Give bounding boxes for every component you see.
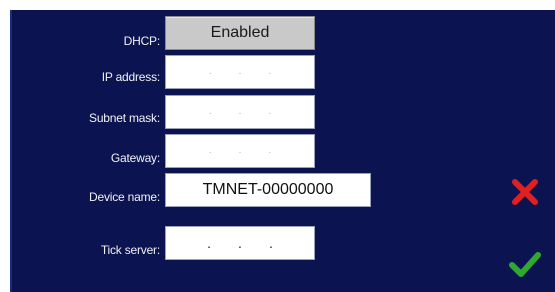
dhcp-toggle-button[interactable]: Enabled [165,16,315,50]
tick-server-field[interactable]: ... [165,226,315,260]
ip-address-value: ... [208,66,272,77]
tick-server-value: ... [207,235,273,251]
dhcp-label: DHCP: [123,34,161,48]
check-icon [509,252,541,277]
ip-address-label: IP address: [101,70,160,84]
gateway-label: Gateway: [110,151,160,165]
subnet-mask-label: Subnet mask: [89,111,160,125]
close-icon [512,179,538,205]
confirm-button[interactable] [508,247,542,281]
gateway-value: ... [208,145,272,156]
subnet-mask-field[interactable]: ... [165,95,315,129]
tick-server-label: Tick server: [100,243,160,257]
subnet-mask-value: ... [208,106,272,117]
cancel-button[interactable] [508,175,542,209]
device-name-field[interactable]: TMNET-00000000 [165,173,371,207]
gateway-field[interactable]: ... [165,134,315,168]
device-name-label: Device name: [89,190,160,204]
ip-address-field[interactable]: ... [165,55,315,89]
panel-edge [10,10,12,292]
